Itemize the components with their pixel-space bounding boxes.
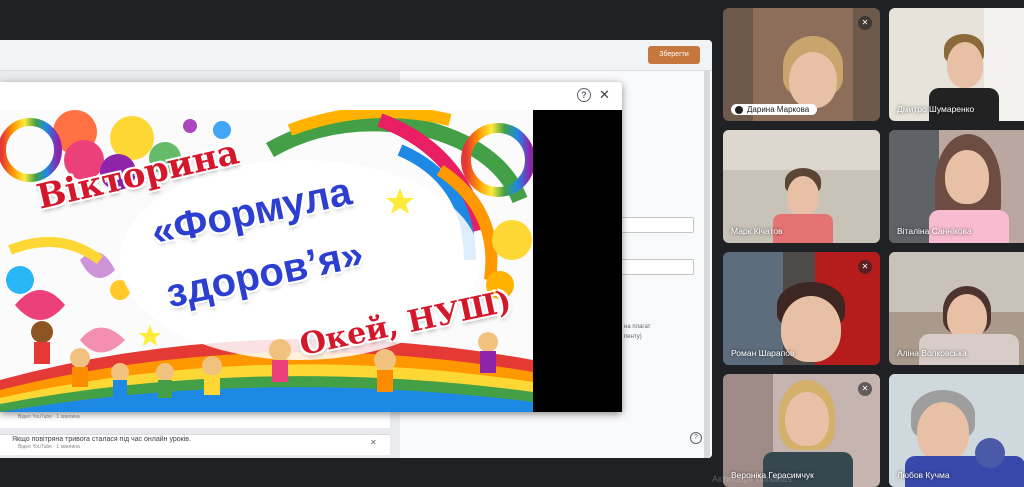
participant-tile[interactable]: ✕ Вероніка Герасимчук xyxy=(723,374,880,487)
participant-tile[interactable]: ✕ Дарина Маркова xyxy=(723,8,880,121)
scrollbar[interactable] xyxy=(704,71,710,458)
shared-topbar xyxy=(0,40,712,71)
list-item-sub: Відео YouTube · 1 хвилина xyxy=(18,444,80,450)
list-item[interactable]: Якщо повітряна тривога сталася під час о… xyxy=(0,434,390,455)
help-icon[interactable]: ? xyxy=(690,432,702,444)
list-item-title: Якщо повітряна тривога сталася під час о… xyxy=(12,436,191,443)
participant-name: Любов Кучма xyxy=(897,470,950,480)
participant-tile[interactable]: Аліна Волковська xyxy=(889,252,1024,365)
slide-letterbox xyxy=(533,110,622,412)
mic-off-icon: ✕ xyxy=(858,382,872,396)
participant-tile[interactable]: Віталіна Саннікова xyxy=(889,130,1024,243)
pin-icon xyxy=(735,106,743,114)
list-item[interactable]: Відео YouTube · 1 хвилина xyxy=(0,411,390,428)
quiz-slide-image: Вікторина «Формула здоров’я» Окей, НУШ) xyxy=(0,110,533,412)
participant-name: Роман Шарапов xyxy=(731,348,795,358)
mic-off-icon: ✕ xyxy=(858,16,872,30)
list-item-title: Відео YouTube · 1 хвилина xyxy=(18,414,80,420)
save-button[interactable]: Зберегти xyxy=(648,46,700,64)
participant-name: Дмитро Шумаренко xyxy=(897,104,975,114)
child-figure-1 xyxy=(31,321,53,364)
slide-dialog: ? ✕ Вікторина «Формула здоров’я» Окей, Н… xyxy=(0,82,622,412)
participant-tile[interactable]: Марк Кічатов xyxy=(723,130,880,243)
mic-off-icon: ✕ xyxy=(858,260,872,274)
close-icon[interactable]: ✕ xyxy=(370,438,377,447)
participant-name: Віталіна Саннікова xyxy=(897,226,972,236)
select-field-2[interactable] xyxy=(620,259,694,275)
select-field-1[interactable] xyxy=(620,217,694,233)
participant-tile[interactable]: Дмитро Шумаренко xyxy=(889,8,1024,121)
participant-name: Аліна Волковська xyxy=(897,348,967,358)
participant-name: Марк Кічатов xyxy=(731,226,783,236)
help-icon[interactable]: ? xyxy=(577,88,591,102)
side-text-1: на плагат xyxy=(624,324,651,330)
participant-tile-active-speaker[interactable]: Любов Кучма xyxy=(889,374,1024,487)
participant-tile[interactable]: ✕ Роман Шарапов xyxy=(723,252,880,365)
side-text-2: пенту) xyxy=(624,334,642,340)
participant-name: Дарина Маркова xyxy=(731,104,818,115)
watermark: Активація Windows xyxy=(712,474,792,484)
close-icon[interactable]: ✕ xyxy=(599,87,610,103)
